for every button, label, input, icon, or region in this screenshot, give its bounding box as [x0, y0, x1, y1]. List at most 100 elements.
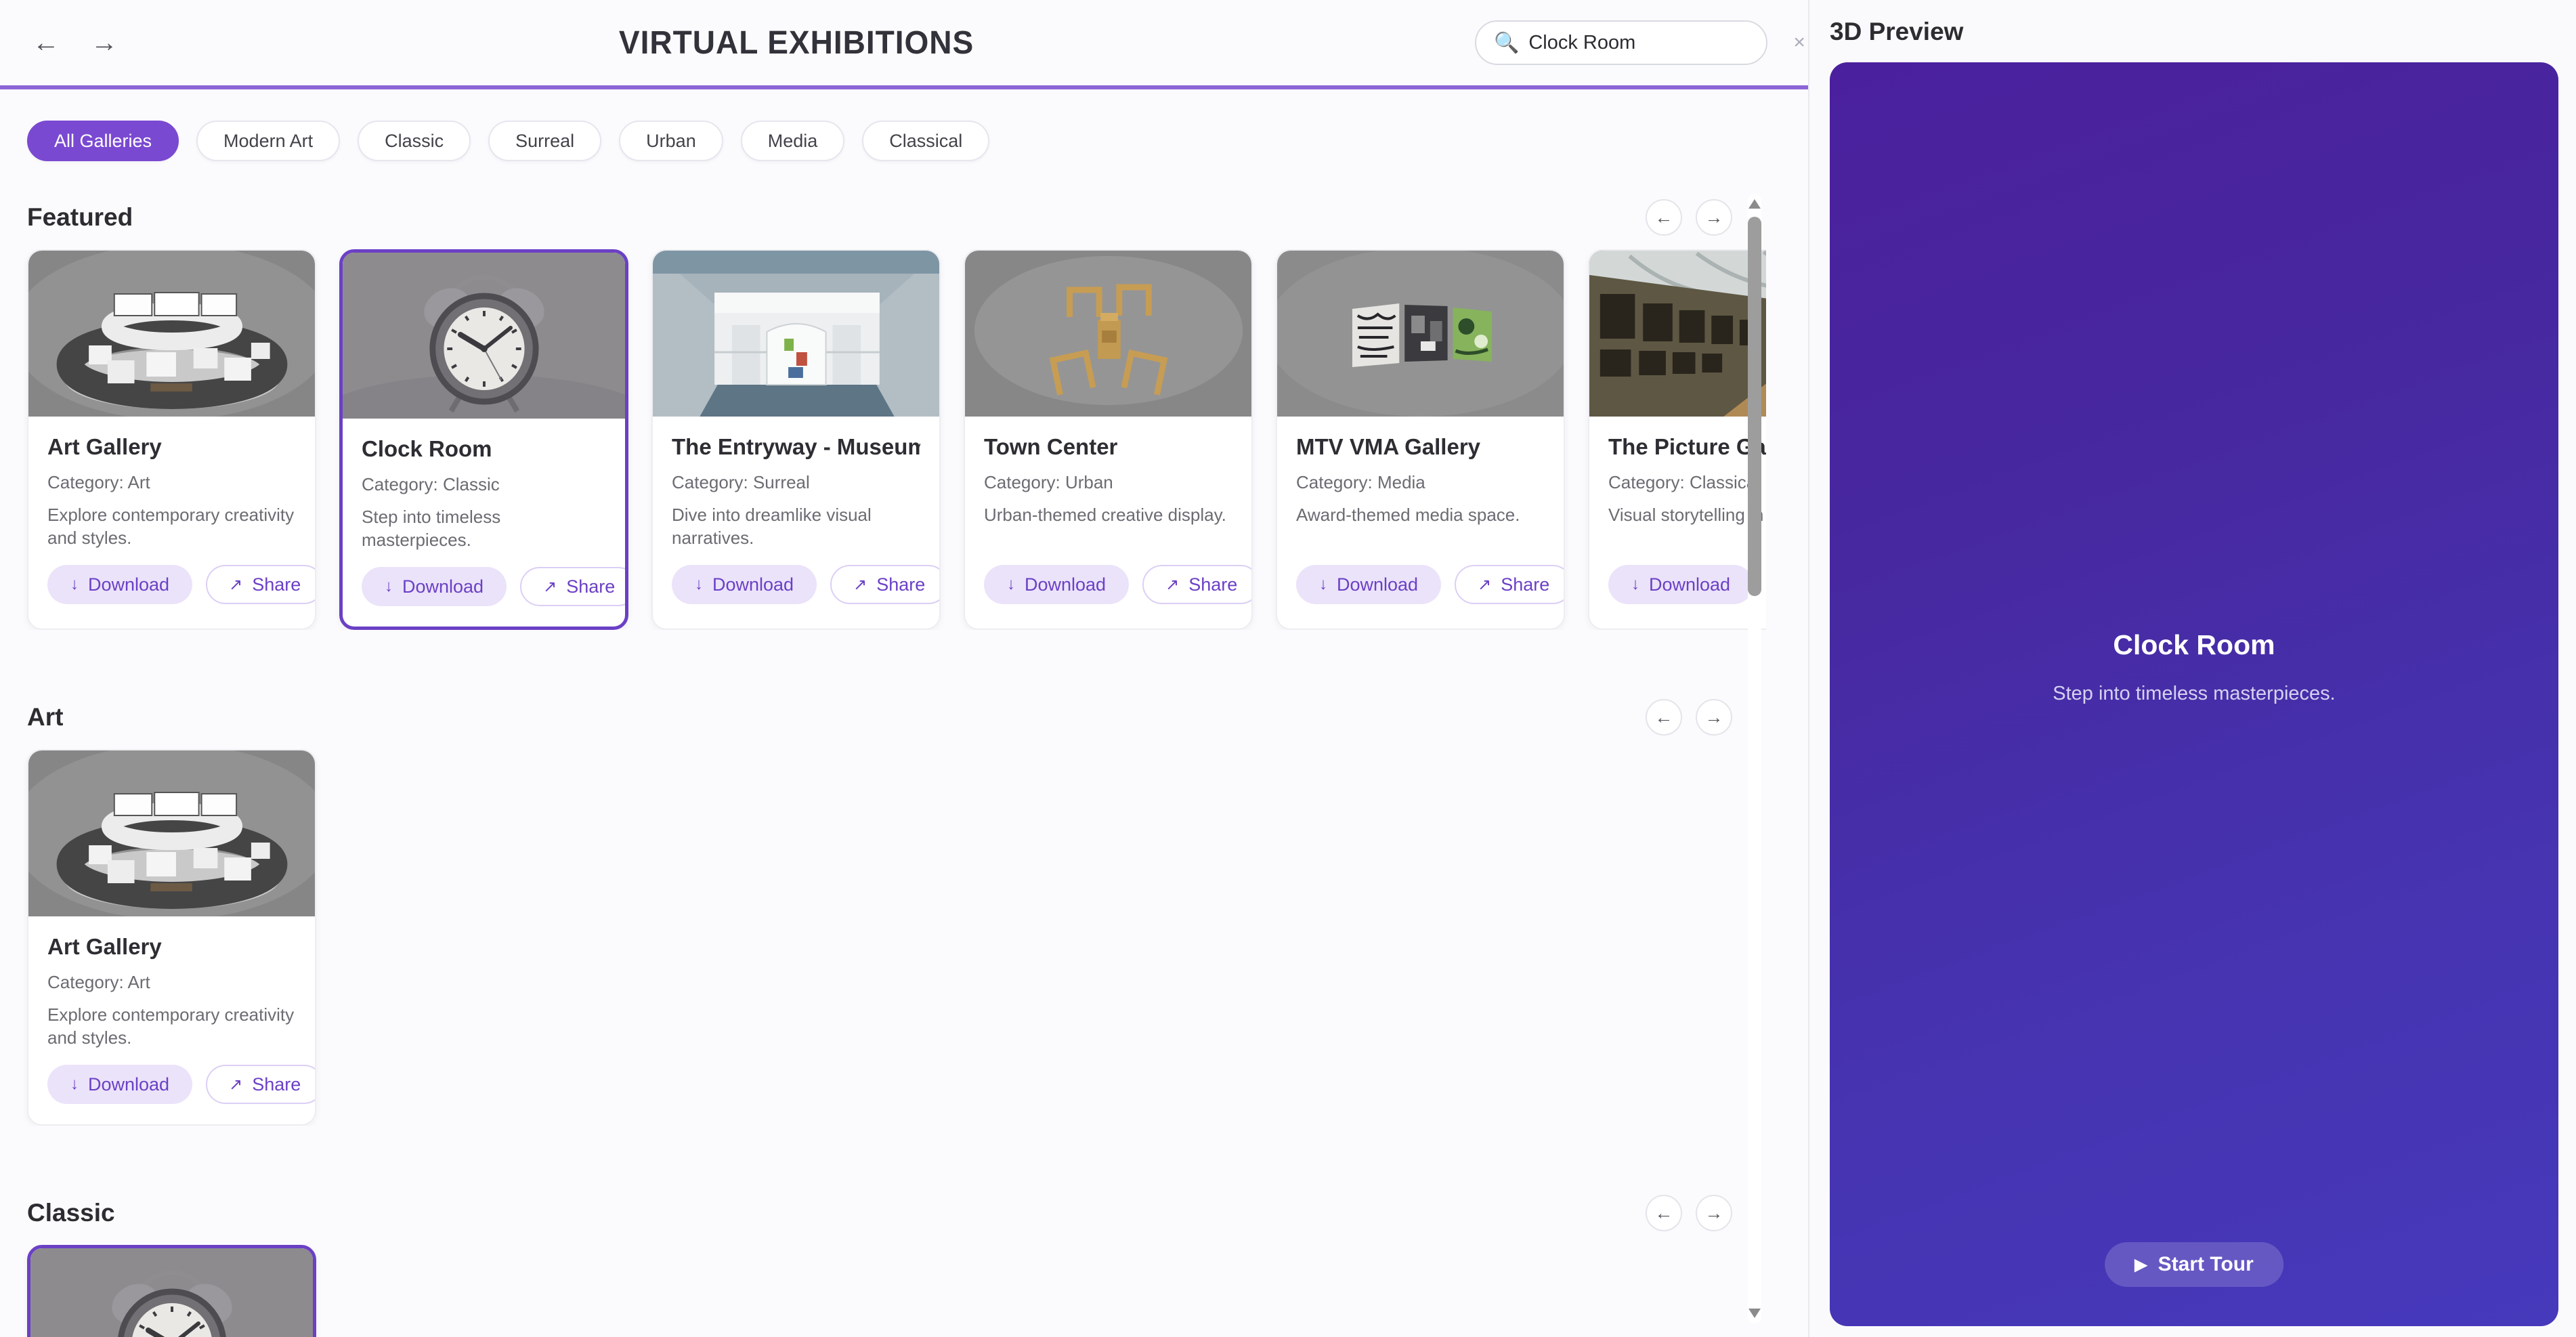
nav-back-icon[interactable]: ← — [33, 28, 60, 58]
gallery-card-town-center[interactable]: Town Center Category: Urban Urban-themed… — [964, 249, 1253, 630]
share-icon: ↗ — [229, 575, 242, 595]
share-label: Share — [252, 574, 301, 595]
carousel-prev-button[interactable]: ← — [1646, 699, 1682, 736]
card-category: Category: Art — [47, 472, 296, 493]
carousel-next-button[interactable]: → — [1696, 699, 1732, 736]
start-tour-button[interactable]: ▶ Start Tour — [2105, 1242, 2283, 1287]
share-label: Share — [1501, 574, 1549, 595]
download-icon: ↓ — [70, 1075, 79, 1094]
card-description: Dive into dreamlike visual narratives. — [672, 504, 920, 557]
filter-chip-media[interactable]: Media — [741, 121, 845, 161]
share-label: Share — [566, 576, 615, 597]
card-thumbnail-clock-room — [343, 253, 625, 419]
card-category: Category: Classic — [362, 474, 606, 495]
share-label: Share — [876, 574, 925, 595]
download-button[interactable]: ↓ Download — [362, 567, 507, 606]
classic-card-row: Clock Room Category: Classic Step into t… — [0, 1245, 1766, 1337]
header: ← → VIRTUAL EXHIBITIONS 🔍 × — [0, 0, 1808, 89]
card-description: Explore contemporary creativity and styl… — [47, 1004, 296, 1057]
carousel-prev-button[interactable]: ← — [1646, 1195, 1682, 1231]
filter-bar: All Galleries Modern Art Classic Surreal… — [27, 121, 1781, 161]
download-icon: ↓ — [385, 577, 393, 596]
share-icon: ↗ — [1478, 575, 1491, 595]
card-category: Category: Media — [1296, 472, 1545, 493]
play-icon: ▶ — [2134, 1255, 2147, 1275]
preview-item-title: Clock Room — [2053, 629, 2335, 661]
card-description: Urban-themed creative display. — [984, 504, 1232, 557]
search-input[interactable] — [1528, 32, 1784, 54]
download-button[interactable]: ↓ Download — [1296, 565, 1441, 604]
preview-stage[interactable]: Clock Room Step into timeless masterpiec… — [1830, 62, 2558, 1326]
preview-panel-title: 3D Preview — [1830, 18, 2558, 46]
card-title: Art Gallery — [47, 434, 296, 460]
card-description: Visual storytelling in — [1608, 504, 1766, 557]
filter-chip-modern-art[interactable]: Modern Art — [196, 121, 340, 161]
card-thumbnail-clock-room — [30, 1248, 313, 1337]
preview-panel: 3D Preview Clock Room Step into timeless… — [1809, 0, 2576, 1337]
gallery-card-clock-room[interactable]: Clock Room Category: Classic Step into t… — [27, 1245, 316, 1337]
gallery-card-art-gallery[interactable]: Art Gallery Category: Art Explore contem… — [27, 749, 316, 1126]
scroll-down-icon[interactable] — [1748, 1309, 1761, 1318]
download-label: Download — [402, 576, 484, 597]
share-button[interactable]: ↗ Share — [520, 567, 628, 606]
share-button[interactable]: ↗ Share — [1142, 565, 1253, 604]
carousel-next-button[interactable]: → — [1696, 199, 1732, 236]
card-category: Category: Surreal — [672, 472, 920, 493]
filter-chip-classical[interactable]: Classical — [862, 121, 989, 161]
gallery-card-mtv-vma[interactable]: MTV VMA Gallery Category: Media Award-th… — [1276, 249, 1565, 630]
section-featured: Featured ← → — [0, 199, 1808, 630]
filter-chip-urban[interactable]: Urban — [619, 121, 723, 161]
share-label: Share — [252, 1074, 301, 1095]
scrollbar-thumb[interactable] — [1748, 217, 1761, 596]
download-label: Download — [88, 1074, 169, 1095]
nav-forward-icon[interactable]: → — [91, 28, 118, 58]
share-button[interactable]: ↗ Share — [206, 1065, 316, 1104]
card-description: Explore contemporary creativity and styl… — [47, 504, 296, 557]
gallery-card-clock-room[interactable]: Clock Room Category: Classic Step into t… — [339, 249, 628, 630]
section-title: Art — [27, 703, 63, 731]
share-button[interactable]: ↗ Share — [830, 565, 941, 604]
page-title: VIRTUAL EXHIBITIONS — [619, 24, 974, 62]
download-button[interactable]: ↓ Download — [47, 1065, 192, 1104]
scroll-up-icon[interactable] — [1748, 199, 1761, 209]
preview-item-subtitle: Step into timeless masterpieces. — [2053, 683, 2335, 705]
card-thumbnail-art-gallery — [28, 251, 315, 417]
gallery-card-art-gallery[interactable]: Art Gallery Category: Art Explore contem… — [27, 249, 316, 630]
carousel-prev-button[interactable]: ← — [1646, 199, 1682, 236]
share-button[interactable]: ↗ Share — [1455, 565, 1565, 604]
card-thumbnail-entryway — [653, 251, 939, 417]
card-thumbnail-town-center — [965, 251, 1251, 417]
carousel-next-button[interactable]: → — [1696, 1195, 1732, 1231]
clear-search-icon[interactable]: × — [1793, 31, 1805, 54]
filter-chip-classic[interactable]: Classic — [358, 121, 471, 161]
filter-chip-all-galleries[interactable]: All Galleries — [27, 121, 179, 161]
vertical-scrollbar[interactable] — [1748, 194, 1761, 1323]
share-label: Share — [1188, 574, 1237, 595]
download-label: Download — [1025, 574, 1106, 595]
download-button[interactable]: ↓ Download — [672, 565, 817, 604]
card-thumbnail-art-gallery — [28, 750, 315, 916]
download-button[interactable]: ↓ Download — [1608, 565, 1753, 604]
card-thumbnail-mtv-vma — [1277, 251, 1564, 417]
start-tour-label: Start Tour — [2158, 1253, 2254, 1276]
gallery-card-picture-gallery[interactable]: The Picture Gallery Category: Classical … — [1588, 249, 1766, 630]
art-card-row: Art Gallery Category: Art Explore contem… — [0, 749, 1766, 1126]
share-button[interactable]: ↗ Share — [206, 565, 316, 604]
download-label: Download — [88, 574, 169, 595]
share-icon: ↗ — [1165, 575, 1179, 595]
download-label: Download — [1337, 574, 1418, 595]
card-title: MTV VMA Gallery — [1296, 434, 1545, 460]
search-icon: 🔍 — [1494, 31, 1519, 55]
download-button[interactable]: ↓ Download — [47, 565, 192, 604]
card-title: The Picture Gallery — [1608, 434, 1766, 460]
filter-chip-surreal[interactable]: Surreal — [488, 121, 601, 161]
download-button[interactable]: ↓ Download — [984, 565, 1129, 604]
download-label: Download — [1649, 574, 1730, 595]
card-title: Clock Room — [362, 436, 606, 462]
card-description: Award-themed media space. — [1296, 504, 1545, 557]
download-label: Download — [712, 574, 794, 595]
search-box[interactable]: 🔍 × — [1475, 20, 1767, 65]
gallery-card-entryway[interactable]: The Entryway - Museum D... Category: Sur… — [651, 249, 941, 630]
app-window: ← → VIRTUAL EXHIBITIONS 🔍 × All Gallerie… — [0, 0, 2576, 1337]
section-title: Featured — [27, 203, 133, 232]
